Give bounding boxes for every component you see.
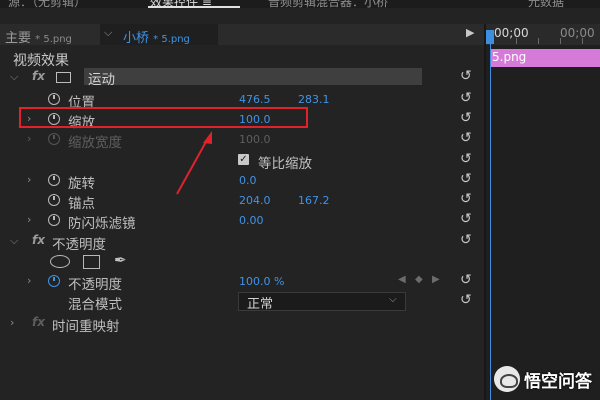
next-keyframe-icon[interactable]: ▶ xyxy=(432,274,440,285)
scale-width-value: 100.0 xyxy=(239,133,271,146)
master-clip-label[interactable]: 主要 * 5.png xyxy=(5,27,72,46)
expand-arrow-icon: › xyxy=(27,132,32,145)
tab-source[interactable]: 源：（无剪辑） xyxy=(8,0,86,8)
mini-timeline[interactable]: 00;00 00;00 5.png xyxy=(486,24,600,400)
sequence-clip-selector[interactable]: ⌵ 小桥 * 5.png xyxy=(100,24,218,46)
property-rotation: › 旋转 0.0 ↺ xyxy=(0,170,484,192)
reset-icon[interactable]: ↺ xyxy=(460,211,472,227)
clip-header: 主要 * 5.png ⌵ 小桥 * 5.png ▶ xyxy=(0,24,484,46)
property-blend-mode: 混合模式 正常 ⌵ ↺ xyxy=(0,291,484,313)
property-label: 不透明度 xyxy=(68,277,122,293)
reset-icon[interactable]: ↺ xyxy=(460,68,472,84)
effect-motion-row[interactable]: ⌵ fx 运动 ↺ xyxy=(0,67,484,88)
add-keyframe-icon[interactable]: ◆ xyxy=(415,274,423,285)
sequence-name: 小桥 xyxy=(123,31,150,46)
panel-tab-strip: 源：（无剪辑） 效果控件 ≡ 音频剪辑混合器：小桥 元数据 xyxy=(0,0,600,8)
effect-name: 时间重映射 xyxy=(52,319,120,335)
pen-icon[interactable]: ✒ xyxy=(114,251,127,269)
watermark-text: 悟空问答 xyxy=(524,371,592,392)
opacity-value[interactable]: 100.0 xyxy=(239,275,271,288)
tab-metadata[interactable]: 元数据 xyxy=(528,0,564,8)
property-scale-width: › 缩放宽度 100.0 ↺ xyxy=(0,129,484,151)
property-opacity: › 不透明度 100.0 % ◀ ◆ ▶ ↺ xyxy=(0,271,484,293)
collapse-arrow-icon[interactable]: ⌵ xyxy=(10,234,18,248)
reset-icon[interactable]: ↺ xyxy=(460,110,472,126)
reset-icon[interactable]: ↺ xyxy=(460,191,472,207)
property-label: 缩放宽度 xyxy=(68,135,122,151)
play-icon[interactable]: ▶ xyxy=(466,26,474,39)
position-y-value[interactable]: 283.1 xyxy=(298,93,330,106)
fx-toggle[interactable]: fx xyxy=(32,69,45,83)
position-x-value[interactable]: 476.5 xyxy=(239,93,271,106)
reset-icon[interactable]: ↺ xyxy=(460,171,472,187)
property-anchor: 锚点 204.0 167.2 ↺ xyxy=(0,190,484,212)
ruler-tick xyxy=(582,38,583,44)
chevron-down-icon: ⌵ xyxy=(104,26,113,39)
opacity-unit: % xyxy=(274,275,285,288)
reset-icon[interactable]: ↺ xyxy=(460,130,472,146)
timeline-clip-name: 5.png xyxy=(492,50,527,64)
time-ruler[interactable]: 00;00 00;00 xyxy=(486,24,600,45)
stopwatch-icon[interactable] xyxy=(48,214,60,226)
reset-icon[interactable]: ↺ xyxy=(460,151,472,167)
rotation-value[interactable]: 0.0 xyxy=(239,174,257,187)
uniform-scale-label: 等比缩放 xyxy=(258,156,312,172)
property-label: 锚点 xyxy=(68,196,95,212)
fx-toggle[interactable]: fx xyxy=(32,233,45,247)
timecode-next: 00;00 xyxy=(560,26,595,40)
blend-mode-value: 正常 xyxy=(247,297,274,312)
property-label: 旋转 xyxy=(68,176,95,192)
timeline-clip[interactable]: 5.png xyxy=(490,49,600,67)
timecode-start: 00;00 xyxy=(494,26,529,40)
mask-tools-row: ✒ xyxy=(0,251,484,272)
expand-arrow-icon[interactable]: › xyxy=(27,213,31,226)
uniform-scale-checkbox[interactable]: ✓ xyxy=(238,154,249,165)
chevron-down-icon: ⌵ xyxy=(389,294,397,305)
active-tab-underline xyxy=(148,6,240,8)
property-anti-flicker: › 防闪烁滤镜 0.00 ↺ xyxy=(0,210,484,232)
video-effects-section: 视频效果 xyxy=(0,48,484,69)
ruler-tick xyxy=(516,38,517,44)
watermark-logo xyxy=(494,366,520,392)
expand-arrow-icon[interactable]: › xyxy=(10,316,14,329)
stopwatch-icon[interactable] xyxy=(48,275,60,287)
property-uniform-scale: ✓ 等比缩放 ↺ xyxy=(0,150,484,172)
sequence-clip-name: * 5.png xyxy=(153,34,190,45)
effect-name-bar[interactable]: 运动 xyxy=(84,68,422,88)
fx-toggle: fx xyxy=(32,315,45,329)
reset-icon[interactable]: ↺ xyxy=(460,292,472,308)
ellipse-mask-icon[interactable] xyxy=(50,255,70,268)
ruler-tick xyxy=(560,38,561,44)
stopwatch-icon xyxy=(48,133,60,145)
collapse-arrow-icon[interactable]: ⌵ xyxy=(10,70,18,84)
effect-opacity-row[interactable]: ⌵ fx 不透明度 ↺ xyxy=(0,231,484,253)
stopwatch-icon[interactable] xyxy=(48,93,60,105)
reset-icon[interactable]: ↺ xyxy=(460,272,472,288)
expand-arrow-icon[interactable]: › xyxy=(27,274,31,287)
stopwatch-icon[interactable] xyxy=(48,194,60,206)
property-label: 防闪烁滤镜 xyxy=(68,216,136,232)
effect-name: 运动 xyxy=(88,72,115,88)
anchor-x-value[interactable]: 204.0 xyxy=(239,194,271,207)
expand-arrow-icon[interactable]: › xyxy=(27,173,31,186)
watermark: 悟空问答 xyxy=(494,366,592,392)
transform-icon[interactable] xyxy=(56,72,71,83)
tab-audio-clip-mixer[interactable]: 音频剪辑混合器：小桥 xyxy=(268,0,388,8)
ruler-tick xyxy=(538,38,539,44)
blend-mode-select[interactable]: 正常 ⌵ xyxy=(238,292,406,312)
playhead-line xyxy=(490,44,491,400)
reset-icon[interactable]: ↺ xyxy=(460,90,472,106)
highlight-box xyxy=(19,107,308,128)
anti-flicker-value[interactable]: 0.00 xyxy=(239,214,264,227)
anchor-y-value[interactable]: 167.2 xyxy=(298,194,330,207)
prev-keyframe-icon[interactable]: ◀ xyxy=(398,274,406,285)
effect-time-remap-row[interactable]: › fx 时间重映射 xyxy=(0,313,484,335)
reset-icon[interactable]: ↺ xyxy=(460,232,472,248)
playhead-handle[interactable] xyxy=(486,30,494,44)
property-label: 混合模式 xyxy=(68,297,122,313)
rectangle-mask-icon[interactable] xyxy=(83,255,100,269)
stopwatch-icon[interactable] xyxy=(48,174,60,186)
effect-name: 不透明度 xyxy=(52,237,106,253)
